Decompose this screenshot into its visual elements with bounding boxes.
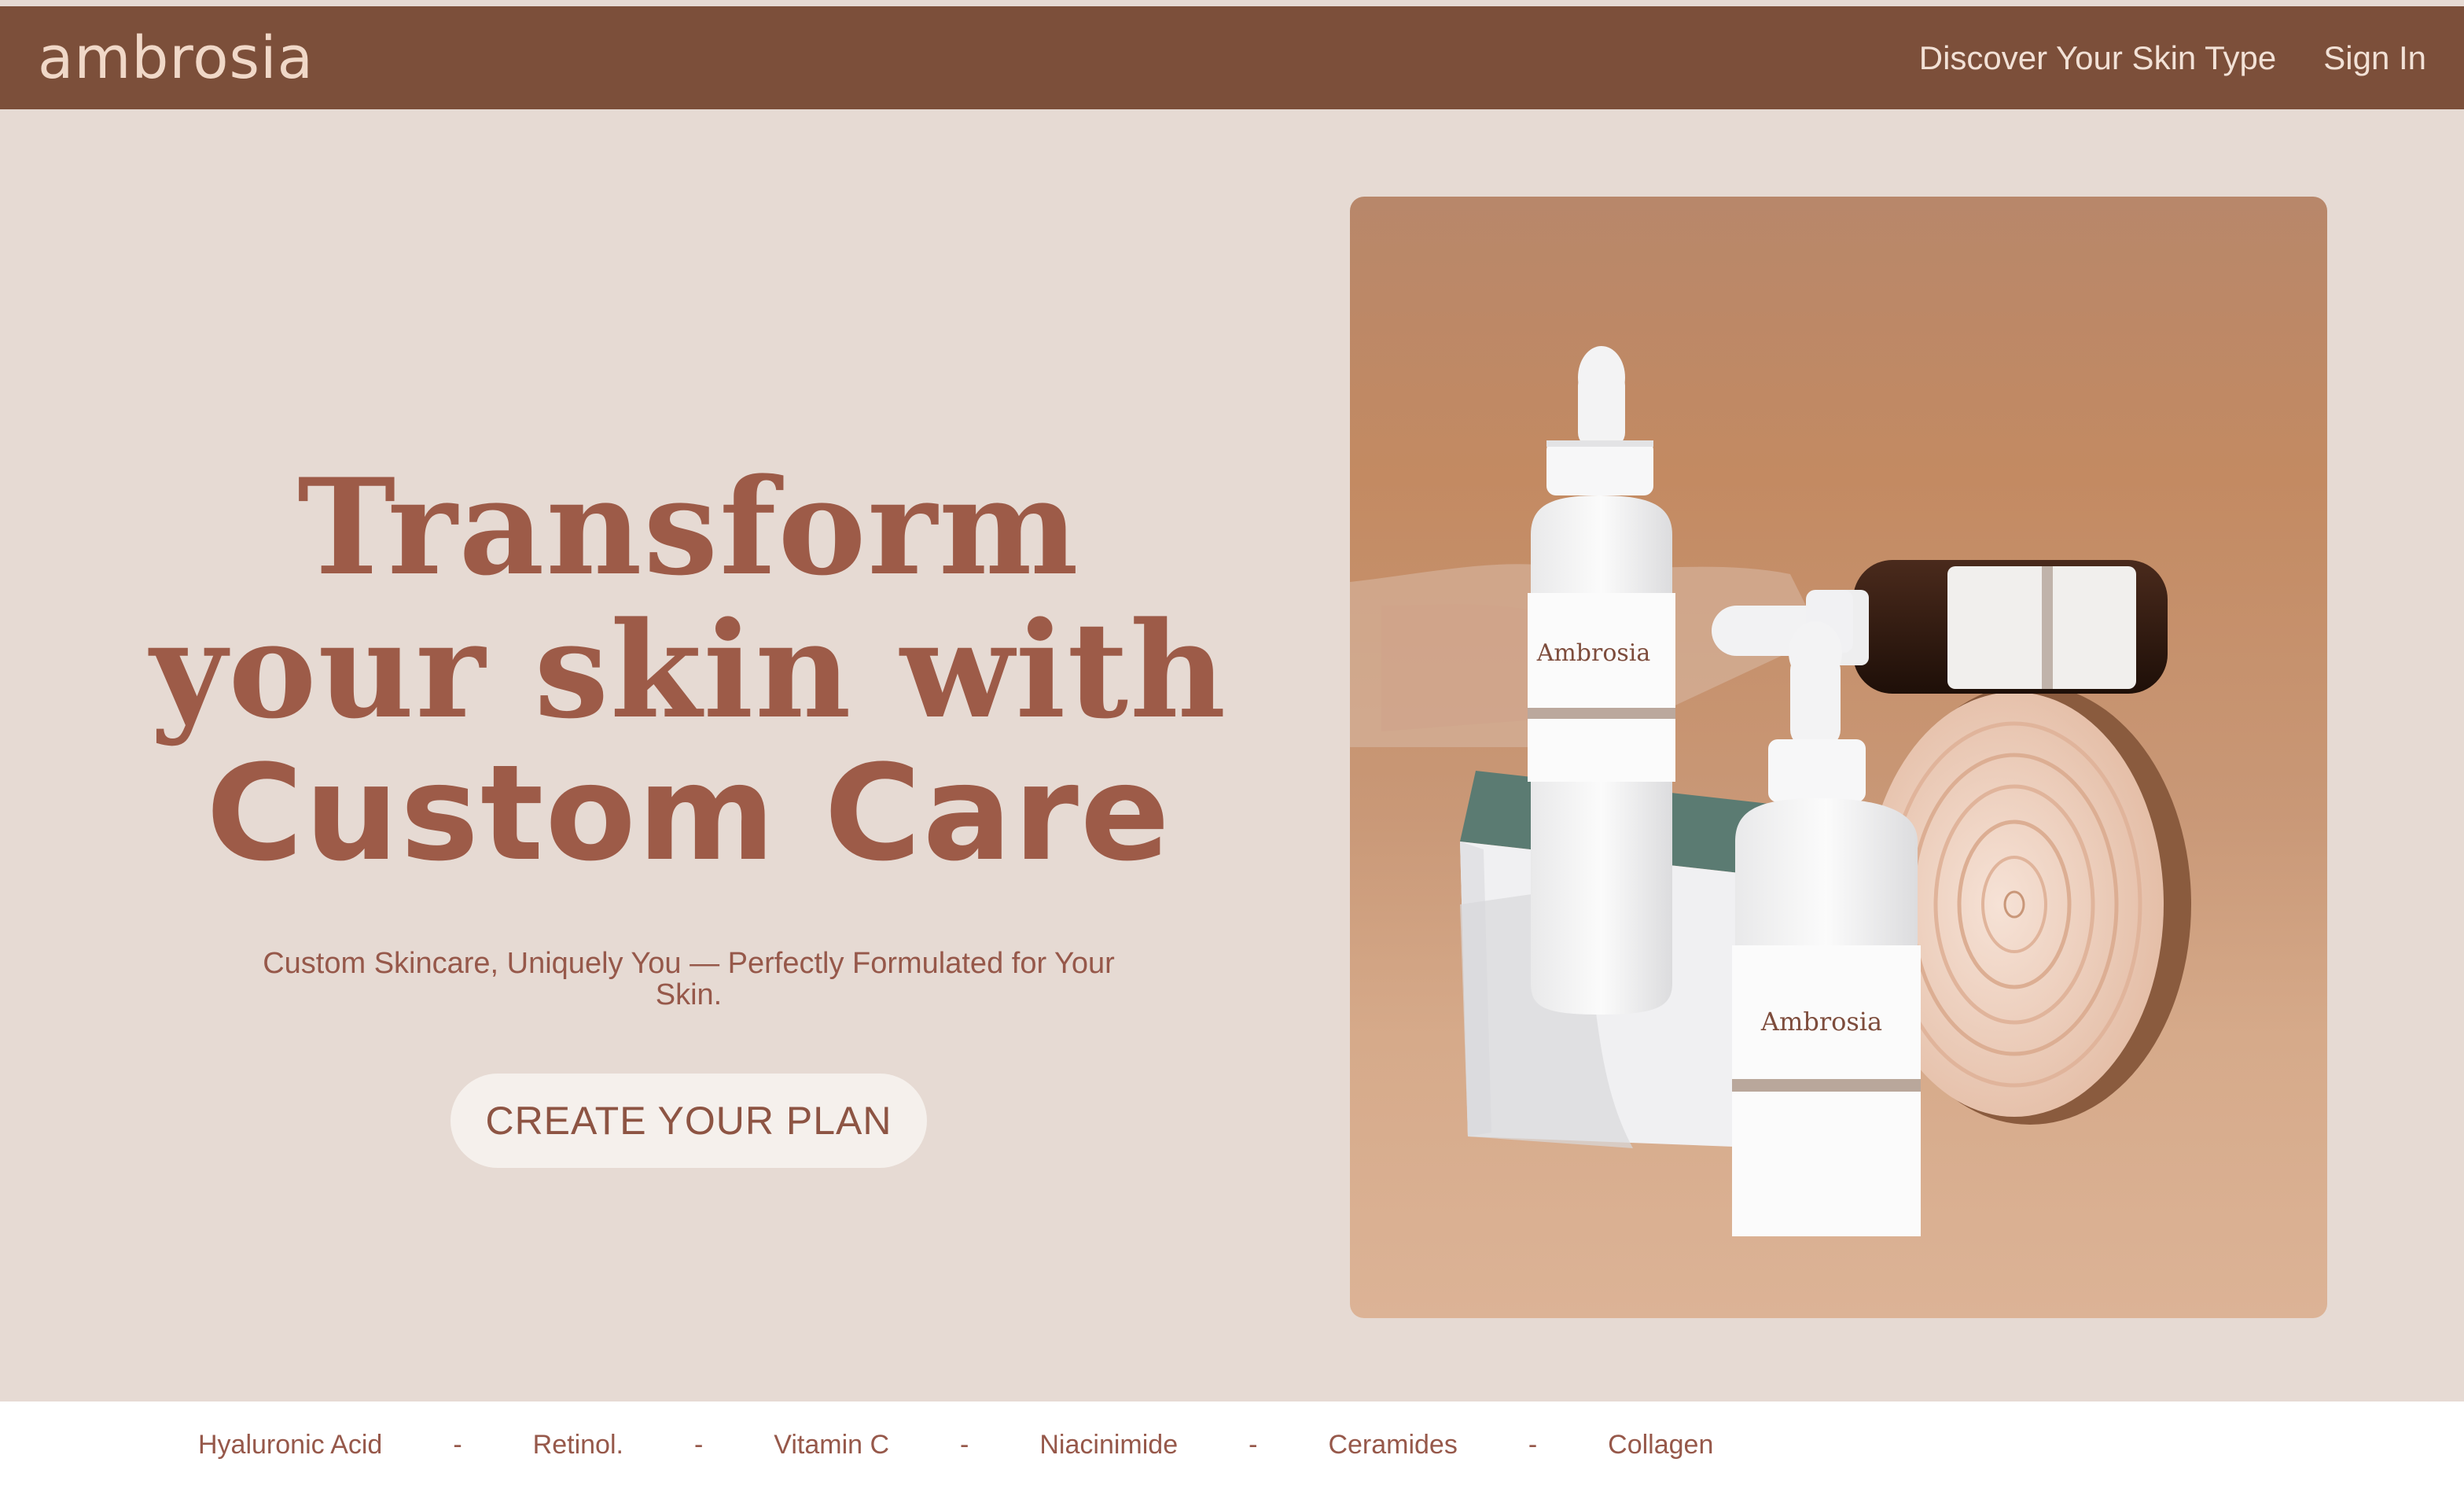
bottle-label-1: Ambrosia — [1536, 639, 1651, 667]
nav-links: Discover Your Skin Type Sign In — [1919, 39, 2426, 77]
ingredient-item: Ceramides — [1328, 1429, 1458, 1460]
ingredients-ticker: Hyaluronic Acid - Retinol. - Vitamin C -… — [0, 1401, 2464, 1488]
ingredient-item: Retinol. — [532, 1429, 623, 1460]
hero-section: Transform your skin with Custom Care Cus… — [0, 109, 1349, 1402]
sign-in-link[interactable]: Sign In — [2323, 39, 2426, 77]
headline-line-1: Transform — [297, 449, 1080, 605]
ingredient-item: Collagen — [1608, 1429, 1714, 1460]
hero-product-photo: Ambrosia Ambrosia — [1350, 197, 2327, 1318]
ticker-separator: - — [693, 1429, 704, 1460]
bottle-label-2: Ambrosia — [1760, 1007, 1882, 1037]
top-navbar: ambrosia Discover Your Skin Type Sign In — [0, 6, 2464, 109]
ticker-separator: - — [1528, 1429, 1538, 1460]
ingredient-item: Niacinimide — [1039, 1429, 1179, 1460]
brand-logo[interactable]: ambrosia — [38, 29, 314, 87]
hero-subtitle: Custom Skincare, Uniquely You — Perfectl… — [263, 947, 1115, 1011]
headline-line-2: your skin with — [149, 592, 1228, 748]
ticker-separator: - — [453, 1429, 462, 1460]
top-strip — [0, 0, 2464, 6]
ingredient-item: Vitamin C — [774, 1429, 890, 1460]
discover-skin-type-link[interactable]: Discover Your Skin Type — [1919, 39, 2276, 77]
headline-line-3: Custom Care — [206, 736, 1171, 890]
create-plan-button[interactable]: CREATE YOUR PLAN — [451, 1074, 927, 1168]
ingredient-item: Hyaluronic Acid — [198, 1429, 383, 1460]
ticker-separator: - — [1249, 1429, 1258, 1460]
ticker-separator: - — [960, 1429, 969, 1460]
hero-headline: Transform your skin with Custom Care — [0, 455, 1377, 885]
bottle-large: Ambrosia — [1528, 346, 1675, 1015]
